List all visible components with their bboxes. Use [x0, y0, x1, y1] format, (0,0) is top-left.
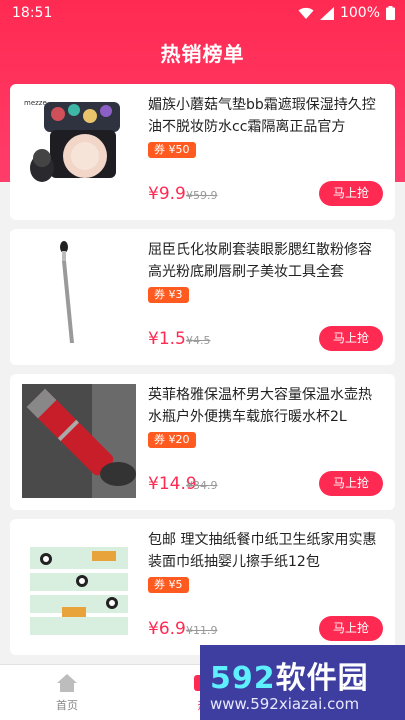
- product-name: 媚族小蘑菇气垫bb霜遮瑕保湿持久控油不脱妆防水cc霜隔离正品官方: [148, 97, 376, 135]
- buy-now-button[interactable]: 马上抢: [319, 471, 383, 496]
- product-card[interactable]: 英菲格雅保温杯男大容量保温水壶热水瓶户外便携车载旅行暖水杯2L 券 ¥20 ¥1…: [10, 374, 395, 510]
- coupon-badge: 券 ¥50: [148, 142, 196, 158]
- home-icon: [57, 674, 77, 692]
- price-row: ¥14.9 ¥34.9 马上抢: [148, 468, 383, 498]
- svg-text:mezze: mezze: [24, 99, 47, 107]
- product-image-brush: [22, 239, 136, 353]
- watermark-number: 592: [210, 661, 276, 696]
- product-card[interactable]: mezze 媚族小蘑菇气垫bb霜遮瑕保湿持久控油不脱妆防水cc霜隔离正品官方 券…: [10, 84, 395, 220]
- coupon-badge: 券 ¥20: [148, 432, 196, 448]
- watermark-text: 软件园: [275, 661, 369, 696]
- watermark-brand: 592软件园: [210, 653, 369, 697]
- original-price: ¥11.9: [186, 624, 218, 637]
- signal-icon: [319, 6, 334, 20]
- watermark: 592软件园 www.592xiazai.com: [200, 645, 405, 720]
- product-price: ¥9.9: [148, 184, 186, 204]
- battery-icon: [386, 6, 395, 20]
- price-row: ¥1.5 ¥4.5 马上抢: [148, 323, 383, 353]
- product-card[interactable]: 屈臣氏化妆刷套装眼影腮红散粉修容高光粉底刷唇刷子美妆工具全套 券 ¥3 ¥1.5…: [10, 229, 395, 365]
- tab-home[interactable]: 首页: [37, 673, 97, 713]
- price-row: ¥9.9 ¥59.9 马上抢: [148, 178, 383, 208]
- battery-level: 100%: [339, 5, 380, 21]
- buy-now-button[interactable]: 马上抢: [319, 326, 383, 351]
- original-price: ¥4.5: [186, 334, 211, 347]
- product-name: 屈臣氏化妆刷套装眼影腮红散粉修容高光粉底刷唇刷子美妆工具全套: [148, 242, 372, 280]
- tab-home-label: 首页: [56, 699, 78, 712]
- buy-now-button[interactable]: 马上抢: [319, 181, 383, 206]
- product-price: ¥1.5: [148, 329, 186, 349]
- product-price: ¥6.9: [148, 619, 186, 639]
- status-bar: 18:51 100%: [0, 0, 405, 26]
- coupon-badge: 券 ¥3: [148, 287, 189, 303]
- product-list: mezze 媚族小蘑菇气垫bb霜遮瑕保湿持久控油不脱妆防水cc霜隔离正品官方 券…: [10, 84, 395, 664]
- product-name: 英菲格雅保温杯男大容量保温水壶热水瓶户外便携车载旅行暖水杯2L: [148, 387, 372, 425]
- product-info: 包邮 理文抽纸餐巾纸卫生纸家用实惠装面巾纸抽婴儿擦手纸12包 券 ¥5 ¥6.9…: [148, 529, 383, 647]
- status-icons: 100%: [298, 5, 395, 21]
- product-card[interactable]: 包邮 理文抽纸餐巾纸卫生纸家用实惠装面巾纸抽婴儿擦手纸12包 券 ¥5 ¥6.9…: [10, 519, 395, 655]
- product-info: 屈臣氏化妆刷套装眼影腮红散粉修容高光粉底刷唇刷子美妆工具全套 券 ¥3 ¥1.5…: [148, 239, 383, 357]
- product-image-thermos: [22, 384, 136, 498]
- coupon-badge: 券 ¥5: [148, 577, 189, 593]
- product-info: 媚族小蘑菇气垫bb霜遮瑕保湿持久控油不脱妆防水cc霜隔离正品官方 券 ¥50 ¥…: [148, 94, 383, 212]
- original-price: ¥59.9: [186, 189, 218, 202]
- original-price: ¥34.9: [186, 479, 218, 492]
- product-image-cushion: mezze: [22, 94, 136, 208]
- wifi-icon: [298, 7, 314, 19]
- page-title: 热销榜单: [160, 42, 245, 66]
- product-image-tissues: [22, 529, 136, 643]
- product-info: 英菲格雅保温杯男大容量保温水壶热水瓶户外便携车载旅行暖水杯2L 券 ¥20 ¥1…: [148, 384, 383, 502]
- buy-now-button[interactable]: 马上抢: [319, 616, 383, 641]
- status-time: 18:51: [12, 5, 53, 21]
- watermark-url: www.592xiazai.com: [210, 695, 360, 713]
- product-name: 包邮 理文抽纸餐巾纸卫生纸家用实惠装面巾纸抽婴儿擦手纸12包: [148, 532, 377, 570]
- price-row: ¥6.9 ¥11.9 马上抢: [148, 613, 383, 643]
